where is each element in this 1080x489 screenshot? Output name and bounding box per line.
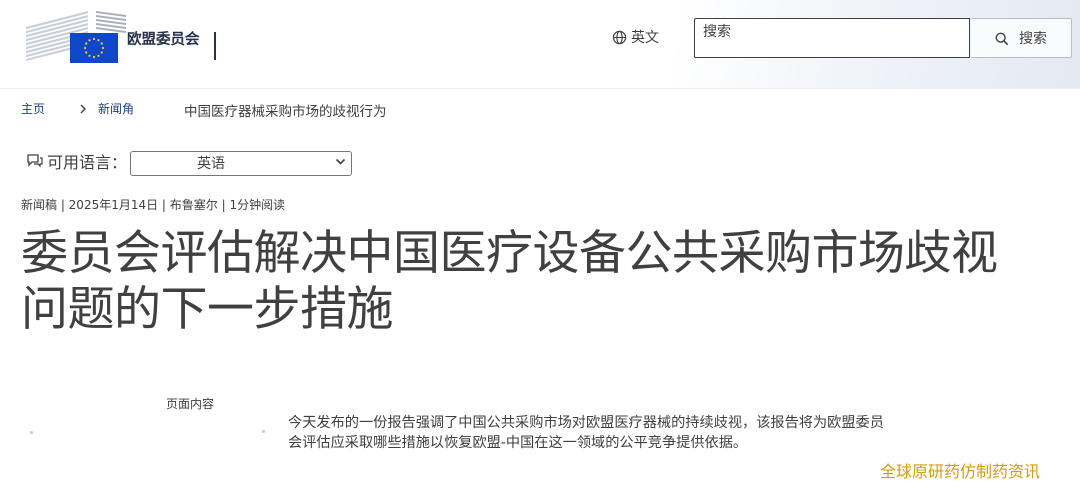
eu-star-icon: [85, 51, 88, 54]
language-switcher[interactable]: 英文: [612, 27, 659, 47]
breadcrumb-current: 中国医疗器械采购市场的歧视行为: [184, 104, 387, 120]
eu-star-icon: [88, 39, 91, 42]
chevron-down-icon: [335, 158, 346, 165]
eu-star-icon: [92, 55, 96, 59]
eu-star-icon: [88, 54, 91, 57]
breadcrumb-home[interactable]: 主页: [21, 100, 45, 117]
eu-star-icon: [97, 39, 100, 42]
eu-star-icon: [85, 42, 88, 45]
search-button[interactable]: 搜索: [971, 18, 1072, 58]
chevron-right-icon: [79, 103, 87, 118]
search-icon: [995, 32, 1009, 46]
language-switcher-label: 英文: [631, 30, 659, 46]
available-languages: 可用语言：: [26, 147, 127, 175]
european-commission-logo[interactable]: 欧盟委员会: [26, 11, 226, 63]
eu-star-icon: [92, 37, 96, 41]
search-input[interactable]: [694, 18, 970, 58]
language-select-value: 英语: [197, 156, 225, 172]
logo-divider: [214, 32, 216, 60]
logo-text: 欧盟委员会: [127, 32, 200, 48]
eu-star-icon: [83, 46, 87, 50]
eu-star-icon: [101, 46, 105, 50]
search-button-label: 搜索: [1019, 31, 1047, 47]
globe-icon: [612, 30, 627, 44]
article-meta: 新闻稿 | 2025年1月14日 | 布鲁塞尔 | 1分钟阅读: [21, 198, 286, 212]
language-select[interactable]: 英语: [130, 151, 352, 176]
speech-bubble-icon: [27, 153, 43, 167]
eu-star-icon: [100, 42, 103, 45]
page-contents-label: 页面内容: [166, 397, 215, 411]
watermark-text: 全球原研药仿制药资讯: [880, 462, 1041, 481]
breadcrumb-newsroom[interactable]: 新闻角: [98, 100, 134, 117]
page-title: 委员会评估解决中国医疗设备公共采购市场歧视问题的下一步措施: [21, 226, 998, 337]
site-header: 欧盟委员会 英文 搜索: [0, 0, 1080, 89]
article-summary: 今天发布的一份报告强调了中国公共采购市场对欧盟医疗器械的持续歧视，该报告将为欧盟…: [288, 415, 884, 451]
decorative-dot: [30, 431, 33, 434]
eu-star-icon: [97, 54, 100, 57]
decorative-dot: [262, 430, 265, 433]
eu-flag-icon: [70, 33, 118, 63]
available-languages-label: 可用语言：: [47, 153, 128, 172]
eu-star-icon: [100, 51, 103, 54]
